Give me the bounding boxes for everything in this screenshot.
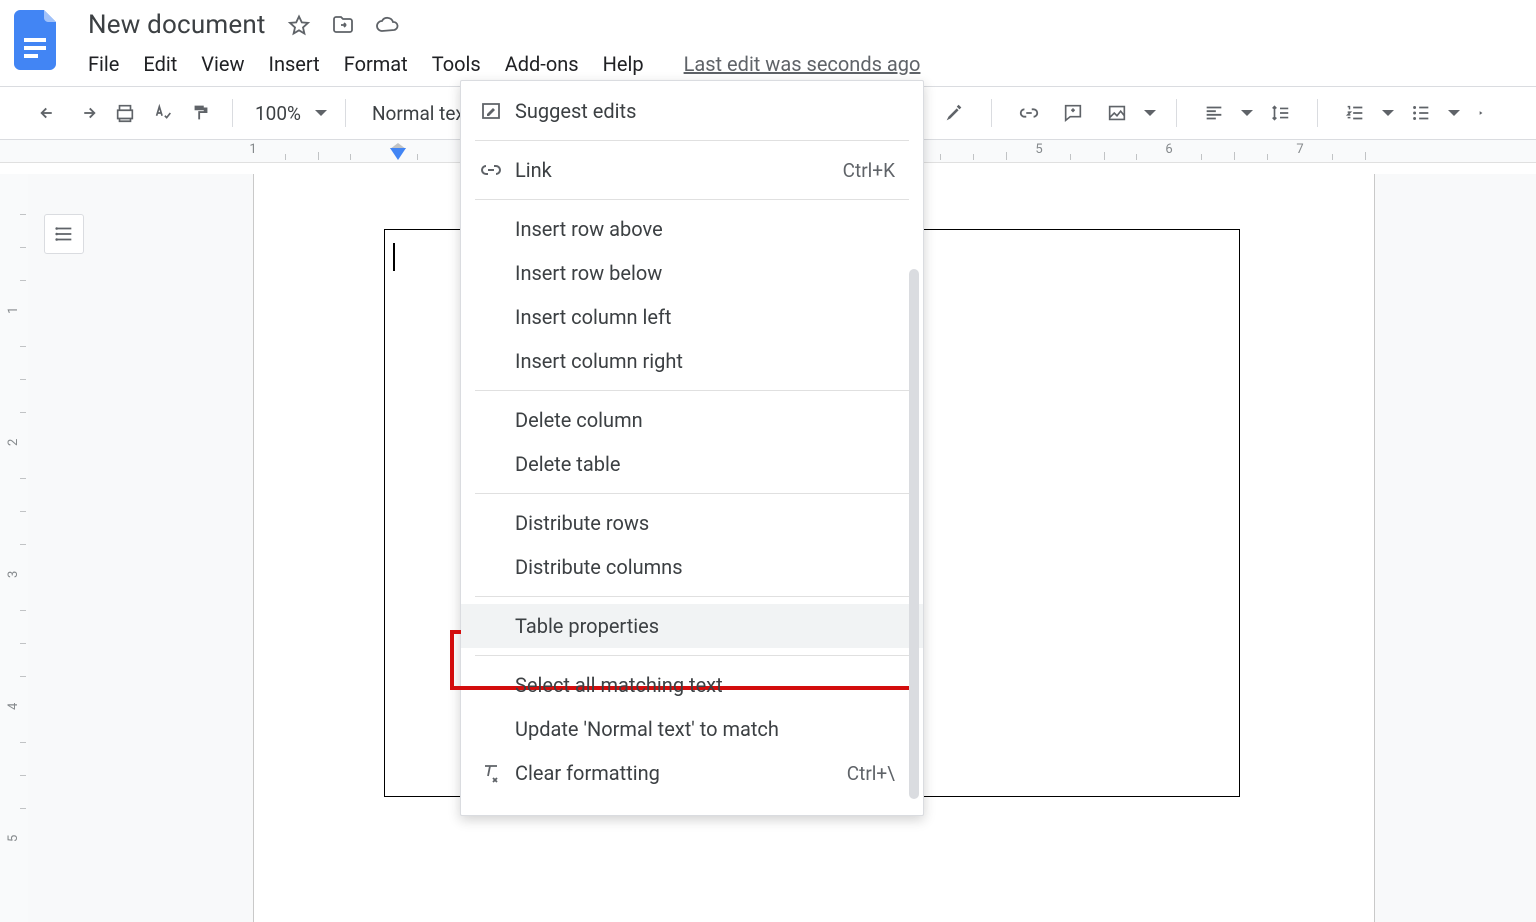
menu-edit[interactable]: Edit [141, 48, 179, 80]
align-button[interactable] [1195, 93, 1233, 133]
header: New document File Edit View Insert Forma… [0, 0, 1536, 80]
star-icon[interactable] [286, 12, 312, 38]
dropdown-caret-icon [315, 110, 327, 116]
doc-title[interactable]: New document [86, 10, 268, 40]
context-menu-scrollbar[interactable] [909, 269, 919, 799]
menu-addons[interactable]: Add-ons [503, 48, 581, 80]
menu-file[interactable]: File [86, 48, 121, 80]
ctx-item-label: Delete table [515, 452, 620, 476]
menu-view[interactable]: View [199, 48, 246, 80]
ctx-link[interactable]: Link Ctrl+K [461, 148, 923, 192]
paragraph-style-value: Normal text [372, 102, 471, 125]
insert-comment-button[interactable] [1054, 93, 1092, 133]
last-edit-link[interactable]: Last edit was seconds ago [684, 52, 921, 76]
ctx-item-label: Clear formatting [515, 761, 660, 785]
ctx-distribute-rows[interactable]: Distribute rows [461, 501, 923, 545]
highlighter-button[interactable] [935, 93, 973, 133]
vruler-tick-label: 4 [6, 703, 21, 710]
ctx-insert-row-above[interactable]: Insert row above [461, 207, 923, 251]
move-folder-icon[interactable] [330, 12, 356, 38]
insert-link-button[interactable] [1010, 93, 1048, 133]
bulleted-list-button[interactable] [1402, 93, 1440, 133]
ctx-clear-formatting[interactable]: Clear formatting Ctrl+\ [461, 751, 923, 795]
ctx-item-label: Update 'Normal text' to match [515, 717, 779, 741]
ctx-item-label: Link [515, 158, 552, 182]
menu-bar: File Edit View Insert Format Tools Add-o… [86, 48, 1522, 80]
ctx-delete-column[interactable]: Delete column [461, 398, 923, 442]
numbered-list-button[interactable] [1336, 93, 1374, 133]
ctx-table-properties[interactable]: Table properties [461, 604, 923, 648]
link-icon [479, 158, 503, 182]
line-spacing-button[interactable] [1261, 93, 1299, 133]
ctx-item-label: Table properties [515, 614, 659, 638]
undo-button[interactable] [30, 93, 68, 133]
cloud-status-icon[interactable] [374, 12, 400, 38]
ctx-insert-row-below[interactable]: Insert row below [461, 251, 923, 295]
ctx-select-matching-text[interactable]: Select all matching text [461, 663, 923, 707]
ruler-tick-label: 5 [1035, 142, 1042, 157]
ctx-insert-column-right[interactable]: Insert column right [461, 339, 923, 383]
ctx-insert-column-left[interactable]: Insert column left [461, 295, 923, 339]
ctx-distribute-columns[interactable]: Distribute columns [461, 545, 923, 589]
menu-tools[interactable]: Tools [430, 48, 483, 80]
numbered-list-caret[interactable] [1380, 93, 1396, 133]
ctx-item-label: Suggest edits [515, 99, 636, 123]
menu-help[interactable]: Help [601, 48, 646, 80]
outline-toggle-button[interactable] [44, 214, 84, 254]
ctx-shortcut: Ctrl+K [843, 159, 895, 182]
decrease-indent-button[interactable] [1468, 93, 1506, 133]
docs-logo[interactable] [14, 8, 62, 72]
ctx-item-label: Insert column right [515, 349, 683, 373]
ctx-delete-table[interactable]: Delete table [461, 442, 923, 486]
context-menu: Suggest edits Link Ctrl+K Insert row abo… [460, 80, 924, 816]
zoom-value: 100% [255, 102, 301, 125]
ruler-tick-label: 6 [1165, 142, 1172, 157]
vertical-ruler[interactable]: 1 2 3 4 5 [0, 174, 28, 922]
align-caret[interactable] [1239, 93, 1255, 133]
ctx-update-normal-text[interactable]: Update 'Normal text' to match [461, 707, 923, 751]
print-button[interactable] [106, 93, 144, 133]
vruler-tick-label: 2 [6, 439, 21, 446]
redo-button[interactable] [68, 93, 106, 133]
ctx-item-label: Insert row above [515, 217, 663, 241]
suggest-edits-icon [479, 99, 503, 123]
bulleted-list-caret[interactable] [1446, 93, 1462, 133]
left-indent-marker[interactable] [390, 148, 406, 160]
insert-image-button[interactable] [1098, 93, 1136, 133]
insert-image-caret[interactable] [1142, 93, 1158, 133]
ruler-tick-label: 7 [1296, 142, 1303, 157]
ctx-suggest-edits[interactable]: Suggest edits [461, 89, 923, 133]
ruler-tick-label: 1 [250, 142, 257, 157]
ctx-item-label: Delete column [515, 408, 643, 432]
ctx-item-label: Distribute columns [515, 555, 683, 579]
ctx-item-label: Insert row below [515, 261, 662, 285]
clear-formatting-icon [479, 761, 503, 785]
ctx-item-label: Distribute rows [515, 511, 649, 535]
vruler-tick-label: 5 [6, 835, 21, 842]
vruler-tick-label: 3 [6, 571, 21, 578]
spellcheck-button[interactable] [144, 93, 182, 133]
text-cursor [393, 243, 395, 271]
menu-format[interactable]: Format [342, 48, 410, 80]
vruler-tick-label: 1 [6, 307, 21, 314]
menu-insert[interactable]: Insert [267, 48, 322, 80]
ctx-item-label: Insert column left [515, 305, 671, 329]
paint-format-button[interactable] [182, 93, 220, 133]
ctx-item-label: Select all matching text [515, 673, 723, 697]
ctx-shortcut: Ctrl+\ [847, 762, 895, 785]
zoom-select[interactable]: 100% [245, 102, 333, 125]
